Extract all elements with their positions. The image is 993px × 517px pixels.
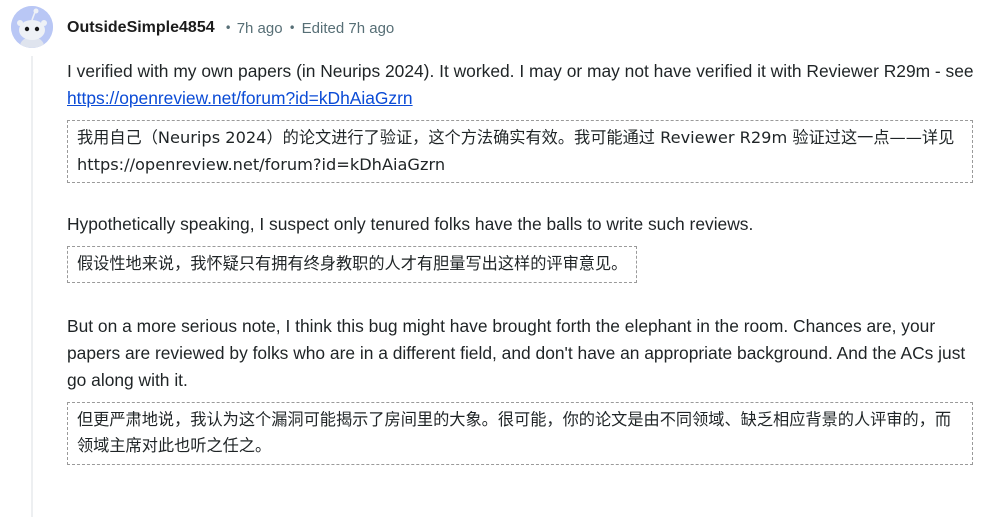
comment-paragraph: Hypothetically speaking, I suspect only … (67, 214, 754, 234)
comment-header: OutsideSimple4854 • 7h ago • Edited 7h a… (67, 17, 394, 39)
paragraph-text: I verified with my own papers (in Neurip… (67, 61, 974, 81)
comment-body: I verified with my own papers (in Neurip… (67, 58, 977, 465)
translation-box: 假设性地来说，我怀疑只有拥有终身教职的人才有胆量写出这样的评审意见。 (67, 246, 638, 283)
edited-label: Edited 7h ago (301, 19, 395, 37)
snoo-avatar-icon (11, 6, 53, 48)
openreview-link[interactable]: https://openreview.net/forum?id=kDhAiaGz… (67, 88, 413, 108)
comment-paragraph: But on a more serious note, I think this… (67, 315, 966, 390)
separator-dot: • (288, 21, 296, 35)
thread-line[interactable] (31, 56, 33, 517)
translation-box: 我用自己（Neurips 2024）的论文进行了验证，这个方法确实有效。我可能通… (67, 120, 973, 183)
separator-dot: • (224, 21, 232, 35)
comment-time: 7h ago (236, 19, 283, 37)
translation-box: 但更严肃地说，我认为这个漏洞可能揭示了房间里的大象。很可能，你的论文是由不同领域… (67, 401, 973, 465)
comment-paragraph: I verified with my own papers (in Neurip… (67, 58, 977, 112)
username[interactable]: OutsideSimple4854 (67, 19, 215, 37)
avatar[interactable] (11, 6, 53, 48)
